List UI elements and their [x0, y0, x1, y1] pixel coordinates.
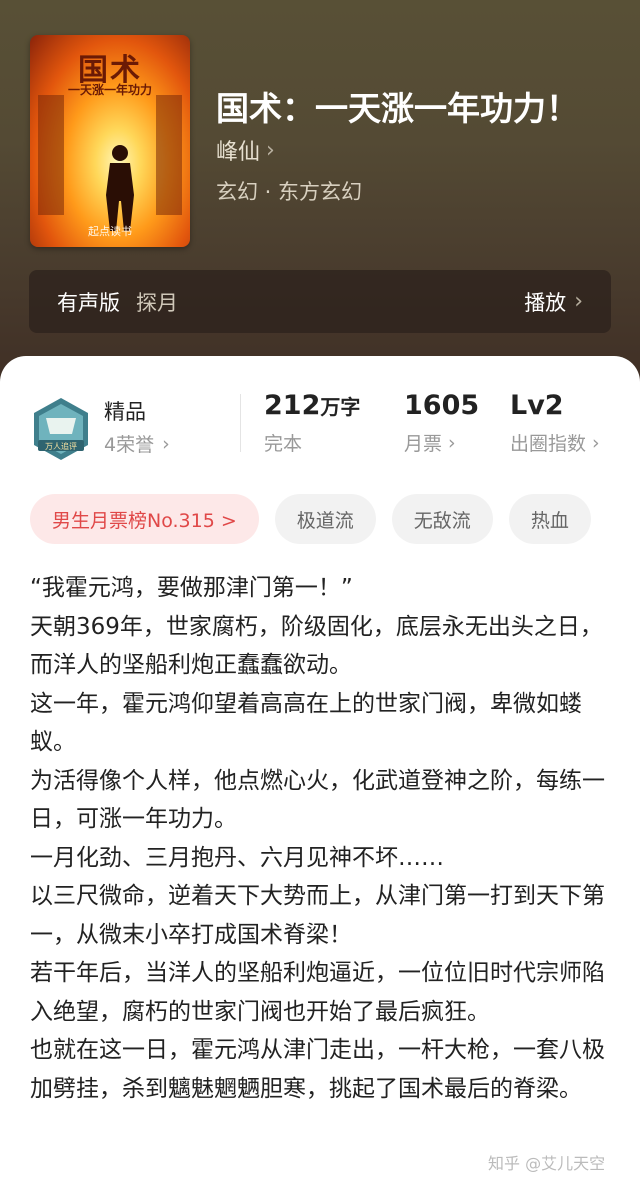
word-count-value: 212: [264, 390, 321, 421]
audio-version-label: 有声版: [57, 290, 120, 315]
monthly-tickets-value: 1605: [404, 390, 480, 421]
cover-brand: 起点读书: [88, 225, 132, 238]
synopsis-paragraph: 若干年后，当洋人的坚船利炮逼近，一位位旧时代宗师陷入绝望，腐朽的世家门阀也开始了…: [30, 960, 605, 1025]
watermark: 知乎 @艾儿天空: [488, 1154, 606, 1173]
synopsis-paragraph: 为活得像个人样，他点燃心火，化武道登神之阶，每练一日，可涨一年功力。: [30, 767, 605, 833]
quality-label: 精品: [104, 400, 146, 424]
play-button[interactable]: 播放 ›: [524, 287, 583, 317]
book-cover[interactable]: 国术 一天涨一年功力 起点读书: [30, 35, 190, 247]
author-link[interactable]: 峰仙 ›: [216, 134, 275, 166]
synopsis-paragraph: 以三尺微命，逆着天下大势而上，从津门第一打到天下第一，从微末小卒打成国术脊梁！: [30, 883, 605, 948]
stat-word-count: 212万字 完本: [264, 390, 360, 456]
book-info-card: 万人追评 精品 4荣誉 › 212万字 完本 1605 月票 › Lv2 出圈指…: [0, 356, 640, 1185]
word-count-unit: 万字: [320, 395, 361, 419]
tag-item[interactable]: 极道流: [274, 494, 376, 544]
popularity-index-label: 出圈指数: [510, 433, 587, 455]
book-title: 国术：一天涨一年功力！: [216, 89, 579, 128]
completion-status: 完本: [264, 433, 303, 455]
synopsis-paragraph: 这一年，霍元鸿仰望着高高在上的世家门阀，卑微如蝼蚁。: [30, 690, 582, 756]
stat-monthly-tickets[interactable]: 1605 月票 ›: [404, 390, 479, 456]
synopsis-paragraph: “我霍元鸿，要做那津门第一！”: [30, 575, 353, 601]
chevron-right-icon: ›: [266, 137, 275, 163]
honors-count: 4荣誉: [104, 434, 155, 456]
synopsis-paragraph: 一月化劲、三月抱丹、六月见神不坏……: [30, 844, 444, 871]
genre-label[interactable]: 玄幻 · 东方玄幻: [216, 176, 362, 206]
badge-emblem-text: 万人追评: [45, 441, 77, 451]
honors-link[interactable]: 4荣誉 ›: [104, 430, 170, 457]
stat-popularity-index[interactable]: Lv2 出圈指数 ›: [510, 390, 600, 456]
author-name: 峰仙: [216, 140, 261, 165]
tag-rank[interactable]: 男生月票榜No.315 >: [30, 494, 259, 544]
tag-item[interactable]: 热血: [508, 494, 591, 544]
audio-version-bar[interactable]: 有声版 探月 播放 ›: [29, 270, 611, 333]
audio-narrator: 探月: [136, 290, 178, 315]
cover-subtitle: 一天涨一年功力: [67, 83, 152, 97]
quality-badge-icon: 万人追评: [34, 398, 88, 460]
popularity-index-value: Lv2: [510, 390, 564, 421]
chevron-right-icon: ›: [574, 289, 583, 314]
stats-divider: [240, 394, 241, 452]
synopsis-paragraph: 天朝369年，世家腐朽，阶级固化，底层永无出头之日，而洋人的坚船利炮正蠢蠢欲动。: [30, 613, 603, 679]
chevron-right-icon: ›: [592, 431, 600, 454]
monthly-tickets-label: 月票: [404, 433, 443, 455]
synopsis-paragraph: 也就在这一日，霍元鸿从津门走出，一杆大枪，一套八极加劈挂，杀到魑魅魍魉胆寒，挑起…: [30, 1037, 605, 1102]
tag-list: 男生月票榜No.315 > 极道流 无敌流 热血: [30, 494, 591, 544]
tag-item[interactable]: 无敌流: [391, 494, 493, 544]
play-label: 播放: [524, 290, 567, 315]
chevron-right-icon: ›: [162, 432, 170, 455]
book-header: 国术 一天涨一年功力 起点读书 国术：一天涨一年功力！ 峰仙 › 玄幻 · 东方…: [0, 0, 640, 400]
book-synopsis: “我霍元鸿，要做那津门第一！” 天朝369年，世家腐朽，阶级固化，底层永无出头之…: [30, 569, 615, 1108]
chevron-right-icon: ›: [448, 431, 456, 454]
